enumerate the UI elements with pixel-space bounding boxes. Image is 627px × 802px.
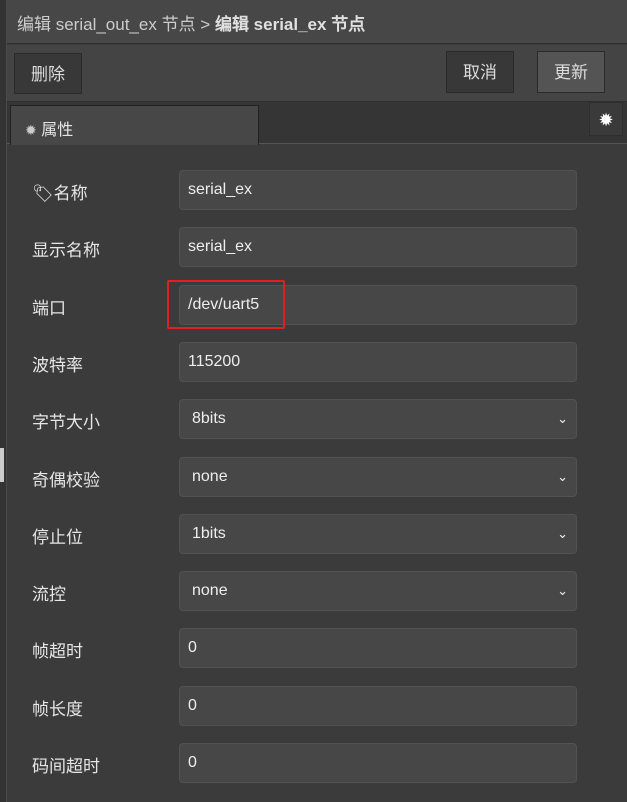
left-border xyxy=(0,0,7,802)
field-label-text: 端口 xyxy=(32,299,66,318)
tab-properties[interactable]: ✹ 属性 xyxy=(10,105,259,145)
form-row: 波特率 115200 xyxy=(32,342,577,382)
breadcrumb-parent[interactable]: 编辑 serial_out_ex 节点 > xyxy=(17,15,210,34)
field-label: 停止位 xyxy=(32,523,83,548)
dialog-toolbar: 删除 取消 更新 xyxy=(7,45,627,102)
select-value: none xyxy=(192,582,228,599)
highlight-box xyxy=(167,280,285,329)
field-input[interactable]: 0 xyxy=(179,628,577,668)
field-label: 码间超时 xyxy=(32,752,100,777)
field-select[interactable]: none ⌄ xyxy=(179,571,577,611)
field-select[interactable]: 1bits ⌄ xyxy=(179,514,577,554)
field-label-text: 码间超时 xyxy=(32,757,100,776)
field-input[interactable]: serial_ex xyxy=(179,170,577,210)
field-label: 帧长度 xyxy=(32,695,83,720)
field-label-text: 名称 xyxy=(54,184,88,203)
chevron-down-icon: ⌄ xyxy=(557,515,568,553)
field-input[interactable]: 0 xyxy=(179,743,577,783)
field-label: 🏷名称 xyxy=(32,179,88,204)
field-label-text: 显示名称 xyxy=(32,241,100,260)
field-select[interactable]: 8bits ⌄ xyxy=(179,399,577,439)
field-label: 端口 xyxy=(32,294,66,319)
chevron-down-icon: ⌄ xyxy=(557,458,568,496)
chevron-down-icon: ⌄ xyxy=(557,400,568,438)
form-row: 端口/dev/uart5 xyxy=(32,285,577,325)
tag-icon: 🏷 xyxy=(32,184,54,203)
form-row: 显示名称 serial_ex xyxy=(32,227,577,267)
field-label-text: 帧超时 xyxy=(32,642,83,661)
field-input[interactable]: serial_ex xyxy=(179,227,577,267)
delete-button[interactable]: 删除 xyxy=(14,53,82,94)
update-button[interactable]: 更新 xyxy=(537,51,605,93)
chevron-down-icon: ⌄ xyxy=(557,572,568,610)
field-label: 波特率 xyxy=(32,351,83,376)
form-row: 帧超时 0 xyxy=(32,628,577,668)
field-label: 帧超时 xyxy=(32,637,83,662)
field-label: 流控 xyxy=(32,580,66,605)
field-label-text: 流控 xyxy=(32,585,66,604)
breadcrumb-current: 编辑 serial_ex 节点 xyxy=(215,15,365,34)
gear-icon: ✹ xyxy=(25,122,37,138)
field-label-text: 字节大小 xyxy=(32,413,100,432)
tab-bar: ✹ 属性 ✹ xyxy=(7,102,627,144)
field-select[interactable]: none ⌄ xyxy=(179,457,577,497)
cancel-button[interactable]: 取消 xyxy=(446,51,514,93)
tab-label: 属性 xyxy=(41,122,73,139)
resize-handle[interactable] xyxy=(0,448,4,482)
field-input[interactable]: 115200 xyxy=(179,342,577,382)
select-value: 8bits xyxy=(192,410,226,427)
form-row: 🏷名称 serial_ex xyxy=(32,170,577,210)
select-value: none xyxy=(192,468,228,485)
form-row: 帧长度 0 xyxy=(32,686,577,726)
dialog-title: 编辑 serial_out_ex 节点 > 编辑 serial_ex 节点 xyxy=(7,0,627,44)
field-label: 字节大小 xyxy=(32,408,100,433)
form-row: 字节大小 8bits ⌄ xyxy=(32,399,577,439)
field-input[interactable]: 0 xyxy=(179,686,577,726)
select-value: 1bits xyxy=(192,525,226,542)
form-row: 流控 none ⌄ xyxy=(32,571,577,611)
form-row: 停止位 1bits ⌄ xyxy=(32,514,577,554)
field-label-text: 波特率 xyxy=(32,356,83,375)
gear-icon: ✹ xyxy=(598,110,613,130)
field-label-text: 帧长度 xyxy=(32,700,83,719)
field-label-text: 停止位 xyxy=(32,528,83,547)
form-row: 奇偶校验 none ⌄ xyxy=(32,457,577,497)
field-label: 显示名称 xyxy=(32,236,100,261)
field-label: 奇偶校验 xyxy=(32,466,100,491)
form-row: 码间超时 0 xyxy=(32,743,577,783)
field-label-text: 奇偶校验 xyxy=(32,471,100,490)
settings-gear-button[interactable]: ✹ xyxy=(589,102,623,136)
